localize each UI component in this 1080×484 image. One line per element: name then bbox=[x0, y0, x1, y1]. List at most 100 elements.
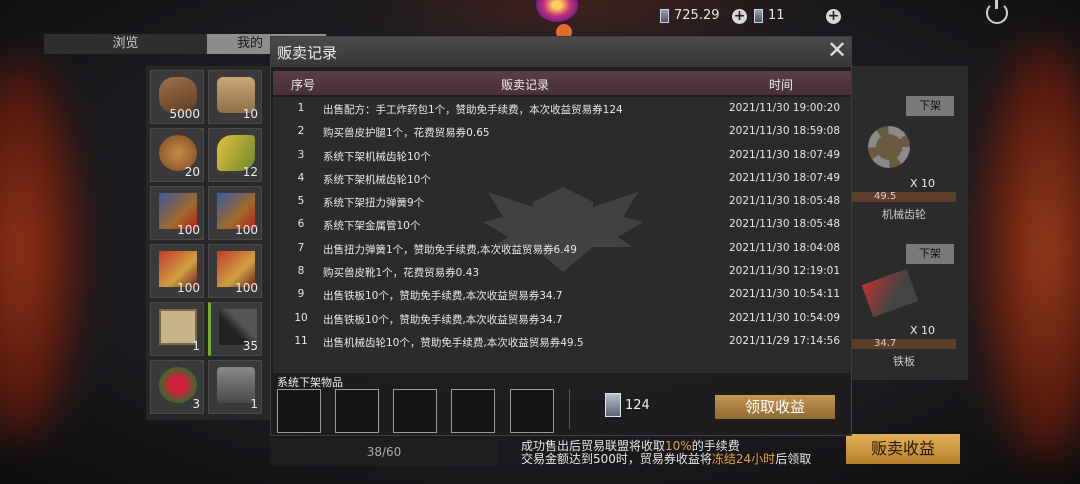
row-record: 购买兽皮护腿1个，花费贸易券0.65 bbox=[323, 127, 490, 140]
top-bar: 725.29 + 11 + bbox=[0, 0, 1080, 40]
row-no: 4 bbox=[297, 171, 305, 184]
inventory-slot[interactable]: 3 bbox=[150, 360, 204, 414]
listing-qty: X 10 bbox=[910, 177, 936, 190]
inventory-slot[interactable]: 100 bbox=[150, 186, 204, 240]
row-time: 2021/11/30 10:54:11 bbox=[729, 288, 841, 301]
item-count: 1 bbox=[250, 397, 258, 411]
power-icon[interactable] bbox=[986, 0, 1008, 24]
row-record: 出售铁板10个，赞助免手续费,本次收益贸易券34.7 bbox=[323, 313, 563, 326]
modal-header: 贩卖记录 ✕ bbox=[271, 37, 851, 67]
column-time: 时间 bbox=[769, 78, 794, 92]
row-record: 购买兽皮靴1个，花费贸易券0.43 bbox=[323, 267, 480, 280]
metal-parts-icon bbox=[217, 367, 255, 403]
iron-plate-icon bbox=[861, 268, 919, 318]
row-record: 出售配方：手工炸药包1个，赞助免手续费，本次收益贸易券124 bbox=[323, 104, 623, 116]
row-time: 2021/11/30 18:05:48 bbox=[729, 218, 841, 231]
system-removed-slot[interactable] bbox=[277, 389, 321, 433]
notice-highlight: 冻结24小时 bbox=[711, 452, 776, 466]
row-no: 11 bbox=[294, 334, 308, 347]
listing-price: 34.7 bbox=[852, 339, 956, 349]
collect-earnings-button[interactable]: 领取收益 bbox=[715, 395, 835, 419]
column-record: 贩卖记录 bbox=[501, 78, 550, 92]
sales-record-modal: 贩卖记录 ✕ 序号 贩卖记录 时间 1 出售配方：手工炸药包1个，赞助免手续费，本… bbox=[270, 36, 852, 436]
inventory-slot[interactable]: 20 bbox=[150, 128, 204, 182]
item-count: 3 bbox=[192, 397, 200, 411]
row-record: 系统下架金属管10个 bbox=[323, 220, 421, 233]
add-currency-button[interactable]: + bbox=[732, 9, 747, 24]
table-row: 8 购买兽皮靴1个，花费贸易券0.43 2021/11/30 12:19:01 bbox=[273, 260, 851, 283]
modal-title: 贩卖记录 bbox=[277, 44, 338, 62]
row-time: 2021/11/30 19:00:20 bbox=[729, 102, 841, 114]
item-count: 100 bbox=[235, 281, 258, 295]
row-time: 2021/11/30 18:59:08 bbox=[729, 125, 841, 138]
listing-name: 机械齿轮 bbox=[882, 208, 926, 221]
row-no: 10 bbox=[294, 311, 308, 324]
table-row: 5 系统下架扭力弹簧9个 2021/11/30 18:05:48 bbox=[273, 190, 851, 213]
listing-price: 49.5 bbox=[852, 192, 956, 202]
blueprint-icon bbox=[159, 309, 197, 345]
row-record: 系统下架扭力弹簧9个 bbox=[323, 197, 425, 210]
listing-qty: X 10 bbox=[910, 324, 936, 337]
currency-display: 725.29 bbox=[660, 8, 720, 23]
inventory-slot[interactable]: 100 bbox=[208, 244, 262, 298]
tab-browse[interactable]: 浏览 bbox=[44, 34, 207, 54]
row-no: 6 bbox=[297, 218, 305, 231]
records-list: 1 出售配方：手工炸药包1个，赞助免手续费，本次收益贸易券124 2021/11/3… bbox=[273, 97, 851, 353]
row-record: 系统下架机械齿轮10个 bbox=[323, 173, 431, 186]
inventory-grid: 5000 10 20 12 100 100 100 100 1 35 3 1 bbox=[146, 66, 270, 420]
row-time: 2021/11/30 12:19:01 bbox=[729, 265, 841, 278]
gear-item-icon bbox=[868, 126, 910, 168]
my-listings-panel: 下架 X 10 49.5 机械齿轮 下架 X 10 34.7 铁板 bbox=[852, 66, 968, 380]
system-removed-slot[interactable] bbox=[393, 389, 437, 433]
close-icon[interactable]: ✕ bbox=[825, 38, 849, 63]
row-time: 2021/11/30 18:04:08 bbox=[729, 241, 841, 254]
row-record: 系统下架机械齿轮10个 bbox=[323, 150, 431, 163]
item-count: 1 bbox=[192, 339, 200, 353]
background-fire-left bbox=[0, 60, 80, 440]
item-count: 20 bbox=[184, 165, 200, 179]
inventory-slot[interactable]: 100 bbox=[208, 186, 262, 240]
column-no: 序号 bbox=[291, 78, 316, 92]
inventory-slot[interactable]: 35 bbox=[208, 302, 262, 356]
item-count: 35 bbox=[242, 339, 258, 353]
row-no: 1 bbox=[297, 102, 305, 114]
trade-ticket-icon bbox=[605, 393, 621, 417]
table-row: 4 系统下架机械齿轮10个 2021/11/30 18:07:49 bbox=[273, 167, 851, 190]
system-removed-slot[interactable] bbox=[510, 389, 554, 433]
trade-ticket-icon bbox=[660, 8, 669, 23]
inventory-slot[interactable]: 12 bbox=[208, 128, 262, 182]
sell-income-button[interactable]: 贩卖收益 bbox=[846, 434, 960, 464]
remove-listing-button[interactable]: 下架 bbox=[906, 96, 954, 116]
table-row: 3 系统下架机械齿轮10个 2021/11/30 18:07:49 bbox=[273, 144, 851, 167]
table-row: 10 出售铁板10个，赞助免手续费,本次收益贸易券34.7 2021/11/30 1… bbox=[273, 307, 851, 330]
inventory-slot[interactable]: 1 bbox=[150, 302, 204, 356]
inventory-slot[interactable]: 10 bbox=[208, 70, 262, 124]
event-flower-icon[interactable] bbox=[536, 0, 578, 22]
divider bbox=[569, 389, 570, 429]
row-no: 9 bbox=[297, 288, 305, 301]
row-time: 2021/11/29 17:14:56 bbox=[729, 334, 841, 347]
background-fire-right bbox=[980, 40, 1080, 460]
remove-listing-button[interactable]: 下架 bbox=[906, 244, 954, 264]
records-table[interactable]: 1 出售配方：手工炸药包1个，赞助免手续费，本次收益贸易券124 2021/11/3… bbox=[273, 97, 851, 373]
row-no: 2 bbox=[297, 125, 305, 138]
item-count: 5000 bbox=[169, 107, 200, 121]
row-no: 3 bbox=[297, 148, 305, 161]
inventory-slot[interactable]: 1 bbox=[208, 360, 262, 414]
table-header: 序号 贩卖记录 时间 bbox=[273, 71, 851, 95]
inventory-slot[interactable]: 100 bbox=[150, 244, 204, 298]
item-count: 100 bbox=[177, 281, 200, 295]
ticket-display: 11 bbox=[754, 8, 785, 23]
table-row: 7 出售扭力弹簧1个，赞助免手续费,本次收益贸易券6.49 2021/11/30 1… bbox=[273, 237, 851, 260]
row-record: 出售机械齿轮10个，赞助免手续费,本次收益贸易券49.5 bbox=[323, 336, 584, 349]
table-row: 9 出售铁板10个，赞助免手续费,本次收益贸易券34.7 2021/11/30 10… bbox=[273, 283, 851, 306]
inventory-slot[interactable]: 5000 bbox=[150, 70, 204, 124]
system-removed-slot[interactable] bbox=[335, 389, 379, 433]
system-removed-slot[interactable] bbox=[451, 389, 495, 433]
currency-value: 725.29 bbox=[674, 8, 720, 23]
notice-text: 后领取 bbox=[775, 452, 812, 466]
row-no: 5 bbox=[297, 195, 305, 208]
item-count: 12 bbox=[242, 165, 258, 179]
row-time: 2021/11/30 18:07:49 bbox=[729, 148, 841, 161]
add-ticket-button[interactable]: + bbox=[826, 9, 841, 24]
